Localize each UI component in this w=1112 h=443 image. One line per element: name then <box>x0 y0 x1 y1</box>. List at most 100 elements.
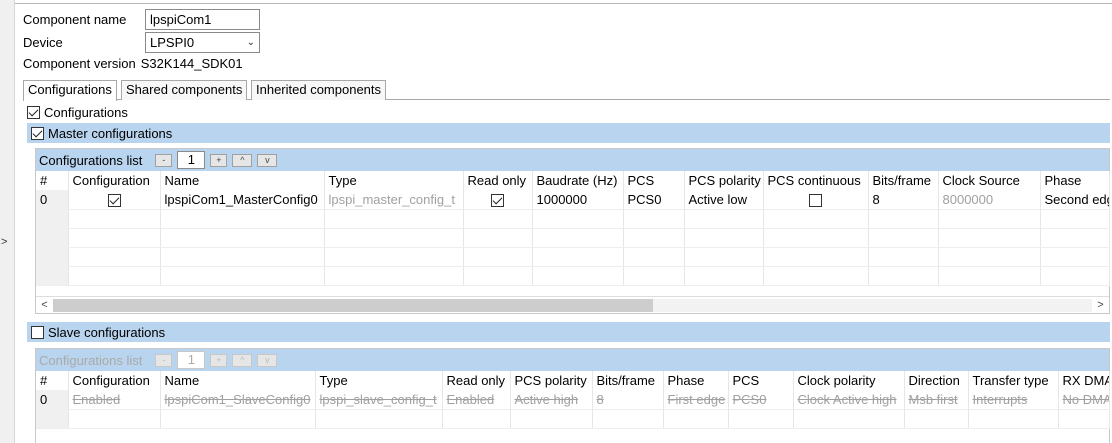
baudrate-cell[interactable]: 1000000 <box>532 190 624 210</box>
move-up-button[interactable]: ^ <box>232 153 253 167</box>
slave-list-toolbar: Configurations list - 1 + ^ v <box>36 349 1109 371</box>
table-row <box>36 247 1110 267</box>
tab-inherited-components[interactable]: Inherited components <box>251 80 387 100</box>
type-cell: lpspi_slave_config_t <box>315 390 443 410</box>
pcs-polarity-cell: Active high <box>510 390 593 410</box>
component-version-row: Component version S32K144_SDK01 <box>23 52 243 74</box>
remove-config-button[interactable]: - <box>155 153 173 167</box>
column-header: Bits/frame <box>592 371 664 390</box>
column-header: Type <box>315 371 443 390</box>
table-row <box>36 409 1110 429</box>
column-header: Read only <box>442 371 511 390</box>
pcs-polarity-cell[interactable]: Active low <box>684 190 764 210</box>
clock-polarity-cell: Clock Active high <box>793 390 905 410</box>
pcs-cell: PCS0 <box>728 390 794 410</box>
transfer-type-cell: Interrupts <box>968 390 1059 410</box>
master-configurations-label: Master configurations <box>48 125 173 141</box>
configurations-toggle[interactable]: Configurations <box>27 103 128 121</box>
add-config-button: + <box>210 353 228 367</box>
column-header: PCS polarity <box>510 371 593 390</box>
table-header-row: # Configuration Name Type Read only PCS … <box>36 371 1110 390</box>
component-version-label: Component version <box>23 55 136 71</box>
master-config-table: # Configuration Name Type Read only Baud… <box>36 171 1110 286</box>
master-configurations-list: Configurations list - 1 + ^ v # Configur… <box>35 148 1110 314</box>
configuration-cell[interactable] <box>68 190 161 210</box>
add-config-button[interactable]: + <box>210 153 228 167</box>
configurations-checkbox[interactable] <box>27 105 40 119</box>
scroll-left-icon[interactable]: < <box>36 299 53 311</box>
slave-configurations-list: Configurations list - 1 + ^ v # Configur… <box>35 348 1110 443</box>
slave-configurations-checkbox[interactable] <box>31 325 44 339</box>
column-header: Transfer type <box>968 371 1059 390</box>
component-name-label: Component name <box>23 11 127 27</box>
column-header[interactable]: Configuration <box>68 171 161 190</box>
config-index-input[interactable]: 1 <box>177 151 206 169</box>
slave-config-table: # Configuration Name Type Read only PCS … <box>36 371 1110 429</box>
column-header: # <box>36 371 69 390</box>
column-header[interactable]: Type <box>324 171 464 190</box>
pcs-cell[interactable]: PCS0 <box>623 190 685 210</box>
column-header: Configuration <box>68 371 161 390</box>
component-version-value: S32K144_SDK01 <box>140 55 243 71</box>
configurations-label: Configurations <box>44 104 128 120</box>
scroll-track[interactable] <box>53 298 1092 312</box>
scroll-thumb[interactable] <box>53 298 653 312</box>
table-row <box>36 266 1110 286</box>
move-up-button: ^ <box>232 353 253 367</box>
read-only-cell: Enabled <box>442 390 511 410</box>
row-number: 0 <box>36 390 69 410</box>
tab-shared-components[interactable]: Shared components <box>121 80 248 100</box>
remove-config-button: - <box>155 353 173 367</box>
move-down-button[interactable]: v <box>257 153 278 167</box>
master-configurations-checkbox[interactable] <box>31 126 44 140</box>
left-collapse-bar[interactable]: > <box>0 0 15 443</box>
component-inspector: Component name lpspiCom1 Device LPSPI0 ⌄… <box>15 4 1112 443</box>
read-only-checkbox[interactable] <box>491 193 504 207</box>
scroll-right-icon[interactable]: > <box>1092 299 1109 311</box>
column-header[interactable]: # <box>36 171 69 190</box>
tab-configurations[interactable]: Configurations <box>23 80 117 101</box>
configuration-checkbox[interactable] <box>107 193 121 207</box>
table-header-row: # Configuration Name Type Read only Baud… <box>36 171 1110 190</box>
bits-frame-cell: 8 <box>592 390 664 410</box>
configuration-cell: Enabled <box>68 390 161 410</box>
component-name-row: Component name lpspiCom1 <box>23 8 260 30</box>
table-row: 0 Enabled lpspiCom1_SlaveConfig0 lpspi_s… <box>36 390 1110 410</box>
table-row <box>36 209 1110 229</box>
component-name-input[interactable]: lpspiCom1 <box>145 8 260 30</box>
phase-cell[interactable]: Second edge <box>1040 190 1110 210</box>
column-header: RX DMA <box>1058 371 1110 390</box>
column-header[interactable]: Clock Source <box>938 171 1041 190</box>
bits-frame-cell[interactable]: 8 <box>868 190 939 210</box>
phase-cell: First edge <box>663 390 729 410</box>
column-header: Name <box>160 371 316 390</box>
column-header[interactable]: Phase <box>1040 171 1110 190</box>
master-list-title: Configurations list <box>39 152 143 168</box>
expand-arrow-icon[interactable]: > <box>1 236 7 248</box>
column-header[interactable]: PCS continuous <box>763 171 869 190</box>
column-header[interactable]: Baudrate (Hz) <box>532 171 624 190</box>
read-only-cell[interactable] <box>463 190 533 210</box>
master-configurations-header: Master configurations <box>27 123 1110 143</box>
column-header: Clock polarity <box>793 371 905 390</box>
pcs-continuous-checkbox[interactable] <box>809 193 822 207</box>
slave-configurations-header: Slave configurations <box>27 322 1110 342</box>
chevron-down-icon: ⌄ <box>246 36 255 48</box>
device-row: Device LPSPI0 ⌄ <box>23 31 260 53</box>
table-row[interactable]: 0 lpspiCom1_MasterConfig0 lpspi_master_c… <box>36 190 1110 210</box>
slave-configurations-label: Slave configurations <box>48 324 166 340</box>
column-header[interactable]: PCS <box>623 171 685 190</box>
column-header[interactable]: Name <box>160 171 325 190</box>
column-header: Direction <box>904 371 969 390</box>
column-header[interactable]: Bits/frame <box>868 171 939 190</box>
device-select[interactable]: LPSPI0 ⌄ <box>145 31 260 53</box>
tab-bar: Configurations Shared components Inherit… <box>23 80 1110 101</box>
column-header[interactable]: Read only <box>463 171 533 190</box>
clock-source-cell: 8000000 <box>938 190 1041 210</box>
move-down-button: v <box>257 353 278 367</box>
name-cell[interactable]: lpspiCom1_MasterConfig0 <box>160 190 325 210</box>
column-header[interactable]: PCS polarity <box>684 171 764 190</box>
table-row <box>36 228 1110 248</box>
pcs-continuous-cell[interactable] <box>763 190 869 210</box>
horizontal-scrollbar[interactable]: < > <box>36 296 1109 313</box>
